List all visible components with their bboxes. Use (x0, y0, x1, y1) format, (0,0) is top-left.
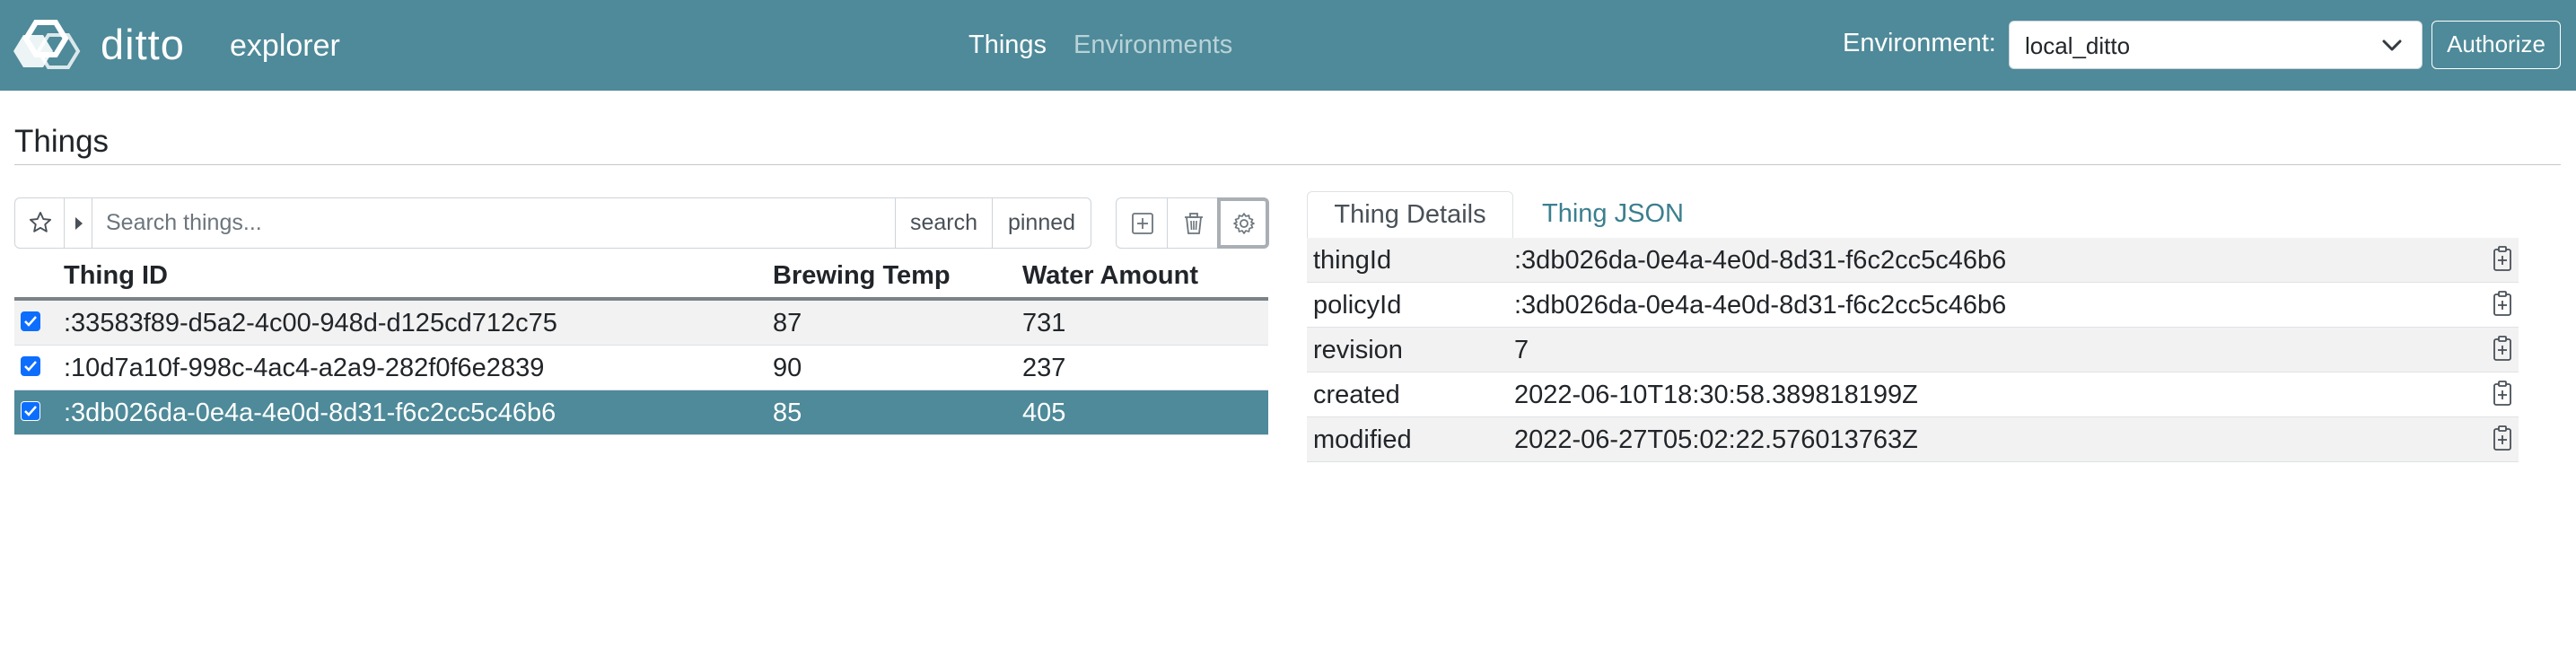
nav-environments-link[interactable]: Environments (1073, 27, 1232, 63)
brewing-temp-cell: 85 (773, 399, 802, 427)
environment-label: Environment: (1843, 29, 1996, 57)
table-row[interactable]: :33583f89-d5a2-4c00-948d-d125cd712c75 87… (14, 301, 1268, 346)
detail-key: revision (1313, 336, 1403, 364)
detail-row: policyId :3db026da-0e4a-4e0d-8d31-f6c2cc… (1307, 283, 2519, 328)
thing-id-cell: :3db026da-0e4a-4e0d-8d31-f6c2cc5c46b6 (64, 399, 556, 427)
detail-value: 2022-06-10T18:30:58.389818199Z (1514, 381, 1918, 409)
page-title: Things (14, 124, 110, 159)
table-row-selected[interactable]: :3db026da-0e4a-4e0d-8d31-f6c2cc5c46b6 85… (14, 390, 1268, 435)
favorite-button[interactable] (15, 198, 65, 248)
detail-value: :3db026da-0e4a-4e0d-8d31-f6c2cc5c46b6 (1514, 291, 2007, 320)
brewing-temp-cell: 90 (773, 354, 802, 382)
water-amount-cell: 237 (1022, 354, 1066, 382)
search-button[interactable]: search (895, 198, 992, 248)
clipboard-plus-icon[interactable] (2492, 245, 2513, 272)
gear-icon (1233, 213, 1255, 234)
ditto-logo-icon (13, 20, 81, 69)
detail-key: policyId (1313, 291, 1402, 320)
brand-subtitle: explorer (230, 29, 340, 63)
detail-key: created (1313, 381, 1400, 409)
details-tabs: Thing Details Thing JSON (1307, 191, 2561, 238)
star-icon (29, 211, 52, 232)
settings-button[interactable] (1217, 197, 1269, 249)
add-thing-button[interactable] (1116, 197, 1168, 249)
caret-right-icon (75, 217, 83, 230)
water-amount-cell: 731 (1022, 309, 1066, 337)
expand-button[interactable] (65, 198, 92, 248)
water-amount-cell: 405 (1022, 399, 1066, 427)
tab-thing-json[interactable]: Thing JSON (1542, 191, 1684, 238)
row-checkbox[interactable] (21, 311, 40, 331)
search-group: search pinned (14, 197, 1091, 249)
detail-value: 7 (1514, 336, 1529, 364)
row-checkbox[interactable] (21, 401, 40, 421)
pinned-button[interactable]: pinned (992, 198, 1091, 248)
clipboard-plus-icon[interactable] (2492, 425, 2513, 451)
clipboard-plus-icon[interactable] (2492, 335, 2513, 362)
environment-select[interactable]: local_ditto (2009, 21, 2423, 69)
column-header-thing-id[interactable]: Thing ID (64, 258, 168, 293)
column-header-water-amount[interactable]: Water Amount (1022, 258, 1198, 293)
check-icon (24, 406, 37, 416)
plus-square-icon (1132, 213, 1153, 234)
detail-key: modified (1313, 425, 1412, 454)
search-input[interactable] (93, 198, 895, 248)
detail-row: modified 2022-06-27T05:02:22.576013763Z (1307, 417, 2519, 462)
detail-row: revision 7 (1307, 328, 2519, 372)
check-icon (24, 316, 37, 327)
thing-id-cell: :10d7a10f-998c-4ac4-a2a9-282f0f6e2839 (64, 354, 545, 382)
detail-value: :3db026da-0e4a-4e0d-8d31-f6c2cc5c46b6 (1514, 246, 2007, 275)
column-header-brewing-temp[interactable]: Brewing Temp (773, 258, 951, 293)
title-divider (14, 164, 2561, 165)
top-navbar: ditto explorer Things Environments Envir… (0, 0, 2576, 91)
delete-thing-button[interactable] (1167, 197, 1219, 249)
nav-things-link[interactable]: Things (968, 27, 1047, 63)
brewing-temp-cell: 87 (773, 309, 802, 337)
trash-icon (1185, 213, 1203, 234)
detail-key: thingId (1313, 246, 1392, 275)
environment-selected-value: local_ditto (2025, 32, 2131, 59)
row-checkbox[interactable] (21, 356, 40, 376)
check-icon (24, 361, 37, 372)
clipboard-plus-icon[interactable] (2492, 290, 2513, 317)
detail-row: created 2022-06-10T18:30:58.389818199Z (1307, 372, 2519, 417)
authorize-button[interactable]: Authorize (2431, 21, 2561, 69)
thing-id-cell: :33583f89-d5a2-4c00-948d-d125cd712c75 (64, 309, 557, 337)
detail-row: thingId :3db026da-0e4a-4e0d-8d31-f6c2cc5… (1307, 238, 2519, 283)
tab-thing-details[interactable]: Thing Details (1307, 191, 1513, 238)
chevron-down-icon (2382, 39, 2402, 51)
detail-value: 2022-06-27T05:02:22.576013763Z (1514, 425, 1918, 454)
brand-name[interactable]: ditto (101, 20, 185, 70)
clipboard-plus-icon[interactable] (2492, 380, 2513, 407)
table-row[interactable]: :10d7a10f-998c-4ac4-a2a9-282f0f6e2839 90… (14, 346, 1268, 390)
